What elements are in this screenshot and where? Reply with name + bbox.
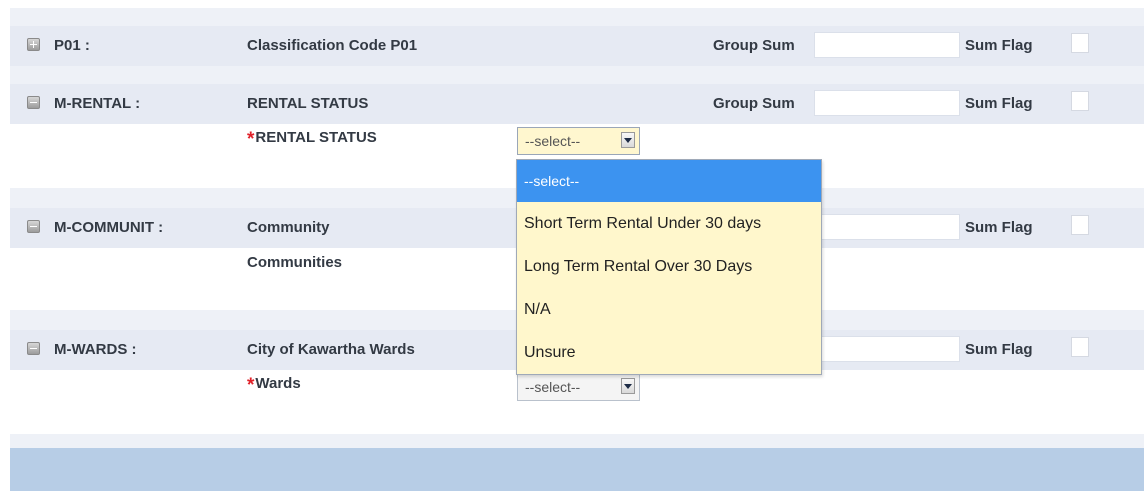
row-m-rental-header: M-RENTAL : RENTAL STATUS Group Sum Sum F… xyxy=(10,84,1144,124)
communities-field-label: Communities xyxy=(247,254,343,271)
row-description: Community xyxy=(247,219,330,236)
group-sum-label: Group Sum xyxy=(713,95,795,112)
wards-select[interactable]: --select-- xyxy=(517,373,640,401)
classification-form: P01 : Classification Code P01 Group Sum … xyxy=(10,8,1144,491)
sum-flag-label: Sum Flag xyxy=(965,95,1033,112)
field-label-text: RENTAL STATUS xyxy=(255,129,377,146)
select-value: --select-- xyxy=(525,379,581,395)
required-asterisk: * xyxy=(247,375,255,396)
collapse-minus-icon[interactable] xyxy=(27,220,40,233)
sum-flag-checkbox[interactable] xyxy=(1071,33,1089,53)
row-p01-header: P01 : Classification Code P01 Group Sum … xyxy=(10,26,1144,66)
sum-flag-checkbox[interactable] xyxy=(1071,337,1089,357)
group-sum-input[interactable] xyxy=(814,90,960,116)
sum-flag-label: Sum Flag xyxy=(965,37,1033,54)
group-sum-label: Group Sum xyxy=(713,37,795,54)
field-label-text: Wards xyxy=(255,375,301,392)
dropdown-option[interactable]: Short Term Rental Under 30 days xyxy=(517,202,821,245)
dropdown-option[interactable]: N/A xyxy=(517,288,821,331)
row-code: P01 : xyxy=(54,37,90,54)
row-code: M-WARDS : xyxy=(54,341,137,358)
dropdown-option[interactable]: Unsure xyxy=(517,331,821,374)
sum-flag-label: Sum Flag xyxy=(965,219,1033,236)
collapse-minus-icon[interactable] xyxy=(27,342,40,355)
row-m-wards-detail: *Wards --select-- xyxy=(10,370,1144,434)
dropdown-option[interactable]: Long Term Rental Over 30 Days xyxy=(517,245,821,288)
rental-status-dropdown-list[interactable]: --select-- Short Term Rental Under 30 da… xyxy=(516,159,822,375)
row-description: Classification Code P01 xyxy=(247,37,418,54)
row-code: M-RENTAL : xyxy=(54,95,141,112)
sum-flag-checkbox[interactable] xyxy=(1071,215,1089,235)
sum-flag-checkbox[interactable] xyxy=(1071,91,1089,111)
footer-band xyxy=(10,448,1144,491)
rental-status-select[interactable]: --select-- xyxy=(517,127,640,155)
group-sum-input[interactable] xyxy=(814,32,960,58)
dropdown-arrow-icon[interactable] xyxy=(621,378,635,394)
dropdown-option[interactable]: --select-- xyxy=(517,160,821,202)
row-code: M-COMMUNIT : xyxy=(54,219,164,236)
dropdown-arrow-icon[interactable] xyxy=(621,132,635,148)
sum-flag-label: Sum Flag xyxy=(965,341,1033,358)
expand-plus-icon[interactable] xyxy=(27,38,40,51)
wards-field-label: *Wards xyxy=(247,374,301,396)
collapse-minus-icon[interactable] xyxy=(27,96,40,109)
group-sum-input[interactable] xyxy=(814,336,960,362)
select-value: --select-- xyxy=(525,133,581,149)
group-sum-input[interactable] xyxy=(814,214,960,240)
row-description: City of Kawartha Wards xyxy=(247,341,415,358)
rental-status-field-label: *RENTAL STATUS xyxy=(247,128,377,150)
required-asterisk: * xyxy=(247,129,255,150)
row-description: RENTAL STATUS xyxy=(247,95,369,112)
